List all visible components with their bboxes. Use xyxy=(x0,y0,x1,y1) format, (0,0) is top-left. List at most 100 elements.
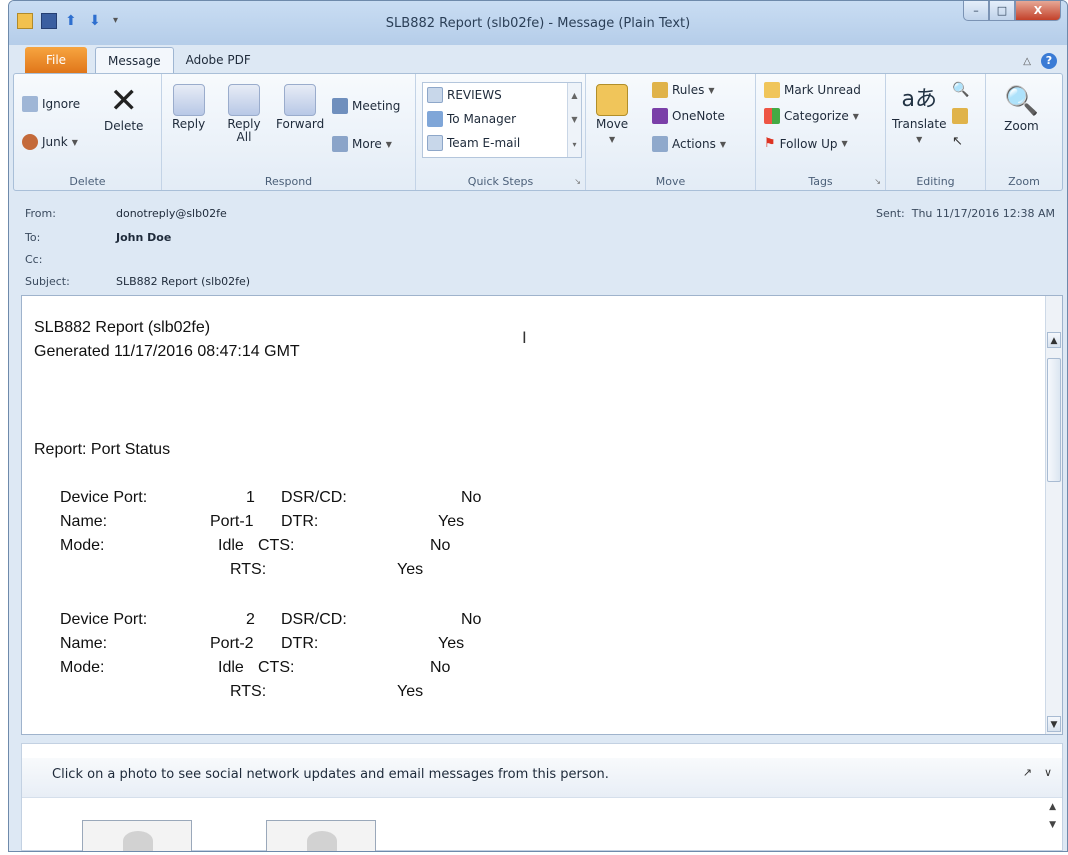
tab-file[interactable]: File xyxy=(25,47,87,73)
zoom-icon: 🔍 xyxy=(1004,84,1039,117)
quick-step-reviews-label: REVIEWS xyxy=(447,88,502,102)
quick-step-to-manager[interactable]: To Manager xyxy=(427,111,516,127)
device-port-value: 1 xyxy=(246,489,255,506)
cts-value: No xyxy=(430,537,451,554)
scroll-up-button[interactable]: ▲ xyxy=(1047,332,1061,348)
actions-button[interactable]: Actions ▼ xyxy=(652,136,726,152)
mark-unread-icon xyxy=(764,82,780,98)
chevron-down-icon[interactable]: ▼ xyxy=(571,115,577,124)
body-title: SLB882 Report (slb02fe) xyxy=(34,319,211,336)
follow-up-button[interactable]: ⚑ Follow Up ▼ xyxy=(764,136,848,151)
scroll-down-button[interactable]: ▼ xyxy=(1047,716,1061,732)
sent-label: Sent: xyxy=(875,207,905,220)
chevron-up-icon[interactable]: ▲ xyxy=(1049,802,1056,812)
message-body[interactable]: SLB882 Report (slb02fe) Generated 11/17/… xyxy=(21,295,1063,735)
body-generated: Generated 11/17/2016 08:47:14 GMT xyxy=(34,343,300,360)
zoom-button[interactable]: 🔍 Zoom xyxy=(1004,84,1039,133)
body-scrollbar[interactable]: ▲ ▼ xyxy=(1045,296,1062,734)
junk-button[interactable]: Junk ▼ xyxy=(22,134,78,150)
quick-step-reviews[interactable]: REVIEWS xyxy=(427,87,502,103)
translate-button[interactable]: aあ Translate ▼ xyxy=(892,84,947,146)
help-icon[interactable]: ? xyxy=(1041,53,1057,69)
expand-gallery-icon[interactable]: ▾ xyxy=(572,140,576,149)
rules-button[interactable]: Rules ▼ xyxy=(652,82,715,98)
more-respond-button[interactable]: More ▼ xyxy=(332,136,392,152)
close-button[interactable]: X xyxy=(1015,1,1061,21)
cts-value: No xyxy=(430,659,451,676)
forward-button[interactable]: Forward xyxy=(276,84,324,131)
people-pane-message: Click on a photo to see social network u… xyxy=(52,767,609,782)
chevron-up-icon[interactable]: ▲ xyxy=(571,91,577,100)
collapse-pane-icon[interactable]: ∨ xyxy=(1044,766,1052,779)
reply-icon xyxy=(172,84,205,116)
categorize-label: Categorize xyxy=(784,109,849,123)
dsr-label: DSR/CD: xyxy=(281,611,347,628)
group-move: Move ▼ Rules ▼ OneNote Actions ▼ Move xyxy=(586,74,756,190)
related-icon[interactable] xyxy=(952,108,968,124)
meeting-label: Meeting xyxy=(352,99,401,113)
quick-steps-gallery: REVIEWS To Manager Team E-mail ▲ ▼ ▾ xyxy=(422,82,582,158)
rts-value: Yes xyxy=(397,683,424,700)
move-button[interactable]: Move ▼ xyxy=(596,84,628,146)
tags-dialog-launcher-icon[interactable]: ↘ xyxy=(874,177,881,186)
from-row: From: donotreply@slb02fe xyxy=(25,207,227,220)
rts-value: Yes xyxy=(397,561,424,578)
quick-step-team-email[interactable]: Team E-mail xyxy=(427,135,520,151)
more-icon xyxy=(332,136,348,152)
categorize-button[interactable]: Categorize ▼ xyxy=(764,108,859,124)
chevron-down-icon[interactable]: ▼ xyxy=(1049,820,1056,830)
subject-value: SLB882 Report (slb02fe) xyxy=(116,275,251,288)
ignore-button[interactable]: Ignore xyxy=(22,96,80,112)
group-zoom-label: Zoom xyxy=(1008,175,1040,188)
body-report-heading: Report: Port Status xyxy=(34,441,171,458)
contact-photo[interactable] xyxy=(266,820,376,851)
delete-x-icon: ✕ xyxy=(109,81,138,121)
group-respond: Reply Reply All Forward Meeting More ▼ R… xyxy=(162,74,416,190)
tab-adobe-pdf[interactable]: Adobe PDF xyxy=(174,47,263,73)
tab-message[interactable]: Message xyxy=(95,47,174,73)
reply-all-label: Reply All xyxy=(227,117,261,144)
rules-dropdown-icon: ▼ xyxy=(708,85,715,95)
ignore-label: Ignore xyxy=(42,97,81,111)
select-icon[interactable]: ↖ xyxy=(952,134,963,149)
delete-label: Delete xyxy=(104,119,144,133)
from-value[interactable]: donotreply@slb02fe xyxy=(116,207,227,220)
device-port-label: Device Port: xyxy=(60,611,148,628)
delete-button[interactable]: ✕ Delete xyxy=(104,84,143,133)
people-pane-scroll[interactable]: ▲ ▼ xyxy=(1049,802,1056,830)
flag-icon: ⚑ xyxy=(764,136,776,151)
forward-icon xyxy=(284,84,317,116)
meeting-button[interactable]: Meeting xyxy=(332,98,400,114)
group-tags: Mark Unread Categorize ▼ ⚑ Follow Up ▼ T… xyxy=(756,74,886,190)
people-pane: Click on a photo to see social network u… xyxy=(21,743,1063,851)
categorize-dropdown-icon: ▼ xyxy=(852,111,859,121)
follow-up-label: Follow Up xyxy=(779,136,838,151)
minimize-button[interactable]: – xyxy=(963,1,989,21)
actions-icon xyxy=(652,136,668,152)
title-bar: ⬆ ⬇ ▾ SLB882 Report (slb02fe) - Message … xyxy=(9,1,1067,45)
expand-pane-icon[interactable]: ↗ xyxy=(1023,766,1032,779)
forward-label: Forward xyxy=(276,117,325,131)
to-value[interactable]: John Doe xyxy=(116,231,171,244)
dialog-launcher-icon[interactable]: ↘ xyxy=(574,177,581,186)
from-label: From: xyxy=(25,207,56,220)
move-label: Move xyxy=(596,117,629,131)
group-editing: aあ Translate ▼ 🔍 ↖ Editing xyxy=(886,74,986,190)
scroll-thumb[interactable] xyxy=(1047,358,1061,482)
cts-label: CTS: xyxy=(258,537,295,554)
mark-unread-button[interactable]: Mark Unread xyxy=(764,82,861,98)
reply-all-button[interactable]: Reply All xyxy=(222,84,266,144)
window-controls: – □ X xyxy=(963,1,1061,21)
subject-label: Subject: xyxy=(25,275,70,288)
dtr-value: Yes xyxy=(438,513,465,530)
find-icon[interactable]: 🔍 xyxy=(952,82,969,98)
actions-dropdown-icon: ▼ xyxy=(719,139,726,149)
minimize-ribbon-icon[interactable]: △ xyxy=(1023,56,1031,67)
maximize-button[interactable]: □ xyxy=(989,1,1015,21)
quick-steps-scroll[interactable]: ▲ ▼ ▾ xyxy=(567,83,581,157)
reply-button[interactable]: Reply xyxy=(172,84,205,131)
onenote-button[interactable]: OneNote xyxy=(652,108,725,124)
reply-label: Reply xyxy=(172,117,206,131)
contact-photo[interactable] xyxy=(82,820,192,851)
group-move-label: Move xyxy=(655,175,686,188)
